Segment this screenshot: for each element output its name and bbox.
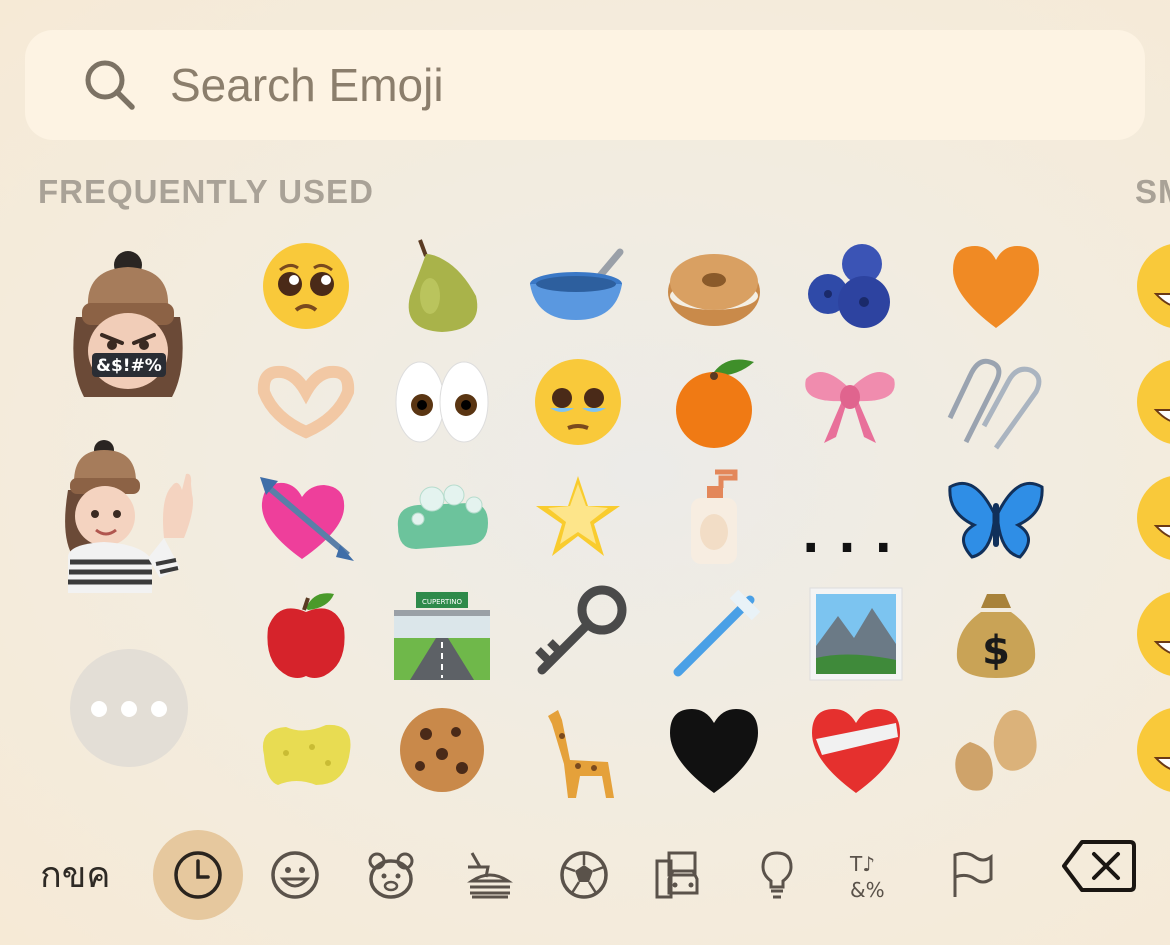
butterfly-emoji[interactable] <box>936 460 1056 576</box>
red-apple-emoji[interactable] <box>246 576 366 692</box>
recent-category-tab[interactable] <box>153 830 243 920</box>
car-building-icon <box>655 851 699 899</box>
smiley-face-icon <box>271 851 319 899</box>
giraffe-emoji[interactable] <box>518 692 638 808</box>
svg-text:&%: &% <box>850 878 885 901</box>
search-icon <box>85 60 135 110</box>
delete-backspace-icon <box>1062 840 1136 892</box>
activity-category-tab[interactable] <box>539 830 629 920</box>
grinning-squinting-face-emoji[interactable] <box>1120 692 1170 808</box>
more-stickers-button[interactable] <box>70 649 188 767</box>
toothbrush-emoji[interactable] <box>654 576 774 692</box>
soap-emoji[interactable] <box>382 460 502 576</box>
sponge-emoji[interactable] <box>246 692 366 808</box>
symbols-icon: T♪&% <box>849 852 885 901</box>
food-category-tab[interactable] <box>443 830 533 920</box>
svg-text:T♪: T♪ <box>849 852 875 876</box>
pleading-face-emoji[interactable] <box>246 228 366 344</box>
cookie-emoji[interactable] <box>382 692 502 808</box>
emoji-search-input[interactable] <box>170 52 1070 118</box>
ellipsis-text: ... <box>801 508 911 564</box>
delete-button[interactable] <box>1060 838 1136 898</box>
old-key-emoji[interactable] <box>518 576 638 692</box>
memoji-waving-sticker[interactable] <box>60 438 198 593</box>
grinning-face-emoji[interactable] <box>1120 228 1170 344</box>
framed-picture-emoji[interactable] <box>796 576 916 692</box>
ribbon-emoji[interactable] <box>790 344 910 460</box>
memoji-censored-sticker[interactable]: &$!#% <box>62 247 194 399</box>
bowl-with-spoon-emoji[interactable] <box>518 228 638 344</box>
svg-text:$: $ <box>982 628 1010 674</box>
clock-icon <box>174 851 222 899</box>
censored-text: &$!#% <box>96 356 162 376</box>
heart-hands-emoji[interactable] <box>246 344 366 460</box>
flag-icon <box>953 851 993 897</box>
grinning-face-smiling-eyes-emoji[interactable] <box>1120 460 1170 576</box>
smileys-category-tab[interactable] <box>250 830 340 920</box>
orange-heart-emoji[interactable] <box>936 228 1056 344</box>
emoji-search-bar[interactable] <box>25 30 1145 140</box>
linked-paperclips-emoji[interactable] <box>936 344 1056 460</box>
glowing-star-emoji[interactable] <box>518 460 638 576</box>
blueberries-emoji[interactable] <box>790 228 910 344</box>
symbols-category-tab[interactable]: T♪ &% <box>829 830 919 920</box>
ellipsis-more-emoji[interactable]: ... <box>796 460 916 576</box>
keyboard-switch-label[interactable]: กขค <box>40 846 111 903</box>
bagel-emoji[interactable] <box>654 228 774 344</box>
soccer-ball-icon <box>560 851 608 899</box>
burger-drink-icon <box>467 852 513 899</box>
freeway-sign-text: CUPERTINO <box>422 598 463 606</box>
heart-with-arrow-emoji[interactable] <box>246 460 366 576</box>
travel-category-tab[interactable] <box>636 830 726 920</box>
face-holding-back-tears-emoji[interactable] <box>518 344 638 460</box>
motorway-emoji[interactable]: CUPERTINO <box>382 576 502 692</box>
pear-emoji[interactable] <box>382 228 502 344</box>
beaming-face-emoji[interactable] <box>1120 576 1170 692</box>
bear-icon <box>368 852 414 899</box>
mending-heart-emoji[interactable] <box>796 692 916 808</box>
flags-category-tab[interactable] <box>926 830 1016 920</box>
black-heart-emoji[interactable] <box>654 692 774 808</box>
peanuts-emoji[interactable] <box>936 692 1056 808</box>
animals-category-tab[interactable] <box>346 830 436 920</box>
section-title-frequently-used: FREQUENTLY USED <box>38 173 374 210</box>
grinning-face-big-eyes-emoji[interactable] <box>1120 344 1170 460</box>
money-bag-emoji[interactable]: $ <box>936 576 1056 692</box>
objects-category-tab[interactable] <box>732 830 822 920</box>
lotion-bottle-emoji[interactable] <box>654 460 774 576</box>
section-title-smileys: SM <box>1135 173 1170 210</box>
eyes-emoji[interactable] <box>382 344 502 460</box>
tangerine-emoji[interactable] <box>654 344 774 460</box>
lightbulb-icon <box>761 851 793 899</box>
